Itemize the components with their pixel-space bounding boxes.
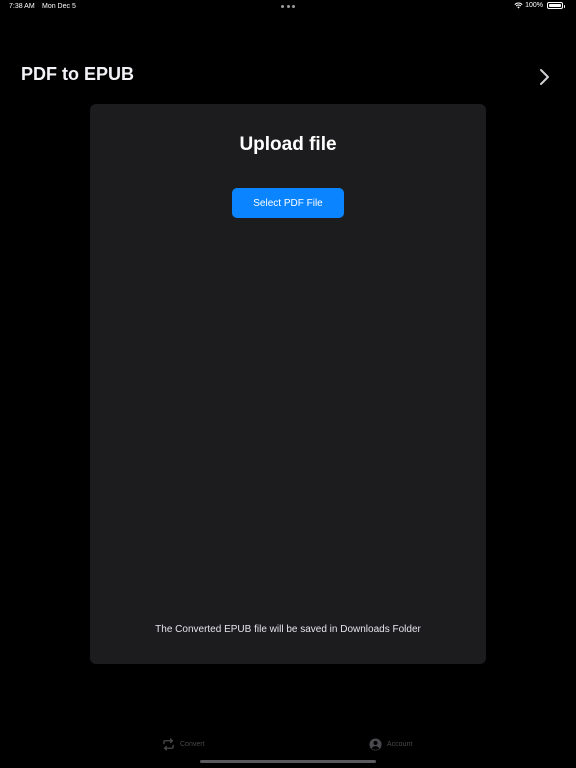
status-time: 7:38 AM: [9, 3, 35, 10]
convert-arrows-icon: [163, 738, 174, 751]
tab-account[interactable]: Account: [369, 738, 412, 751]
battery-icon: [547, 2, 565, 9]
battery-percentage: 100%: [525, 2, 543, 9]
save-location-note: The Converted EPUB file will be saved in…: [155, 624, 421, 635]
app-screen: 7:38 AM Mon Dec 5 100% PDF to EPUB Uploa…: [0, 0, 576, 768]
upload-title: Upload file: [239, 134, 337, 155]
home-indicator: [200, 760, 376, 763]
tab-account-label: Account: [387, 741, 413, 748]
page-title: PDF to EPUB: [21, 64, 135, 84]
account-icon: [369, 738, 382, 751]
upload-card: Upload file Select PDF File The Converte…: [90, 104, 486, 664]
wifi-icon: [514, 2, 523, 9]
status-date: Mon Dec 5: [42, 3, 76, 10]
tab-convert[interactable]: Convert: [162, 738, 205, 751]
chevron-right-icon[interactable]: [534, 67, 554, 87]
status-indicators: 100%: [514, 2, 565, 9]
select-pdf-button[interactable]: Select PDF File: [232, 188, 344, 218]
status-bar: 7:38 AM Mon Dec 5 100%: [0, 0, 576, 14]
tab-convert-label: Convert: [180, 741, 205, 748]
more-dots-icon[interactable]: [281, 5, 295, 8]
